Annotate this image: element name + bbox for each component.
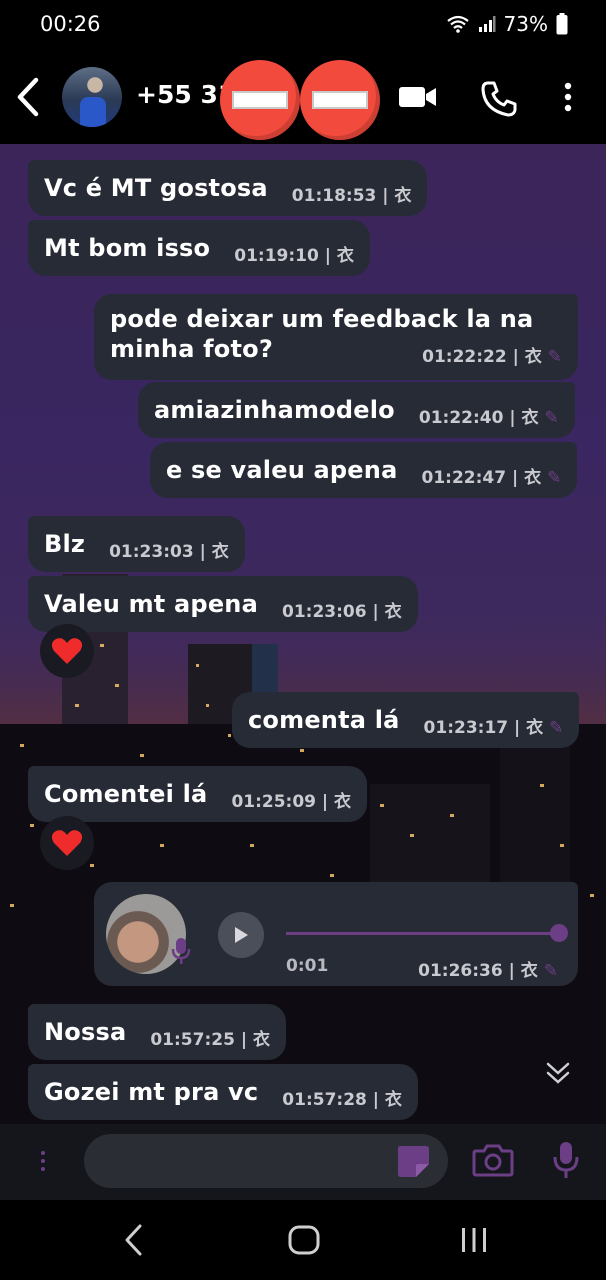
audio-progress-track[interactable] (286, 932, 560, 935)
message-bubble-outgoing[interactable]: amiazinhamodelo 01:22:40 | 衣 ✎ (138, 382, 575, 438)
message-bubble-outgoing[interactable]: pode deixar um feedback la na minha foto… (94, 294, 578, 380)
chat-area[interactable]: Vc é MT gostosa 01:18:53 | 衣 Mt bom isso… (0, 144, 606, 1124)
message-bubble-incoming[interactable]: Vc é MT gostosa 01:18:53 | 衣 (28, 160, 428, 216)
message-bubble-incoming[interactable]: Comentei lá 01:25:09 | 衣 (28, 766, 368, 822)
message-text: comenta lá (248, 706, 400, 734)
nav-recent-apps-icon[interactable] (458, 1226, 490, 1254)
back-arrow-icon[interactable] (12, 76, 44, 118)
message-bubble-incoming[interactable]: Valeu mt apena 01:23:06 | 衣 (28, 576, 418, 632)
voice-message-bubble[interactable]: 0:01 01:26:36 | 衣 ✎ (94, 882, 578, 986)
message-text: Nossa (44, 1018, 127, 1046)
heart-reaction[interactable] (40, 624, 94, 678)
message-bubble-incoming[interactable]: Nossa 01:57:25 | 衣 (28, 1004, 286, 1060)
message-time: 01:57:28 | 衣 (282, 1090, 402, 1110)
message-time: 01:25:09 | 衣 (231, 792, 352, 812)
nav-back-icon[interactable] (122, 1222, 146, 1258)
message-text: e se valeu apena (166, 456, 398, 484)
camera-icon[interactable] (472, 1142, 514, 1178)
wifi-icon (446, 15, 469, 33)
message-time: 01:57:25 | 衣 (150, 1030, 270, 1050)
message-time: 01:19:10 | 衣 (234, 246, 354, 266)
signal-icon (478, 16, 496, 32)
attach-menu-icon[interactable] (40, 1150, 46, 1172)
more-options-icon[interactable] (562, 82, 574, 112)
message-time: 01:22:22 | 衣 (422, 347, 542, 367)
message-time: 01:22:47 | 衣 (421, 468, 542, 488)
redaction-mark (300, 60, 380, 140)
microphone-icon (171, 938, 191, 964)
message-time: 01:22:40 | 衣 (418, 408, 539, 428)
message-time: 01:23:17 | 衣 (423, 718, 544, 738)
message-time: 01:18:53 | 衣 (291, 186, 412, 206)
edited-pen-icon: ✎ (547, 347, 562, 367)
audio-progress-handle[interactable] (550, 924, 568, 942)
voice-record-mic-icon[interactable] (552, 1140, 580, 1180)
chat-header: +55 31 (0, 50, 606, 144)
message-text: Vc é MT gostosa (44, 174, 268, 202)
heart-icon (51, 830, 83, 856)
message-text: Mt bom isso (44, 234, 211, 262)
play-icon (235, 927, 248, 943)
battery-percent: 73% (503, 12, 548, 36)
message-text: amiazinhamodelo (154, 396, 395, 424)
message-text-line: pode deixar um feedback la na (110, 305, 534, 333)
message-text: Blz (44, 530, 86, 558)
edited-pen-icon: ✎ (544, 408, 559, 428)
system-nav-bar (0, 1200, 606, 1280)
message-text-line: minha foto? (110, 335, 273, 363)
message-bubble-incoming[interactable]: Blz 01:23:03 | 衣 (28, 516, 245, 572)
edited-pen-icon: ✎ (543, 961, 558, 981)
message-time: 01:23:06 | 衣 (281, 602, 402, 622)
status-bar: 00:26 73% (0, 0, 606, 50)
voice-duration: 0:01 (286, 956, 329, 976)
battery-icon (556, 13, 568, 35)
message-time: 01:23:03 | 衣 (109, 542, 229, 562)
video-call-icon[interactable] (397, 80, 439, 114)
heart-icon (51, 638, 83, 664)
message-text: Comentei lá (44, 780, 208, 808)
phone-call-icon[interactable] (480, 80, 518, 118)
nav-home-icon[interactable] (286, 1224, 322, 1256)
status-icons: 73% (446, 12, 568, 36)
status-time: 00:26 (40, 12, 101, 36)
redaction-mark (220, 60, 300, 140)
message-bubble-outgoing[interactable]: comenta lá 01:23:17 | 衣 ✎ (232, 692, 580, 748)
edited-pen-icon: ✎ (549, 718, 564, 738)
heart-reaction[interactable] (40, 816, 94, 870)
message-time: 01:26:36 | 衣 (418, 961, 538, 981)
message-text: Gozei mt pra vc (44, 1078, 259, 1106)
message-bubble-incoming[interactable]: Gozei mt pra vc 01:57:28 | 衣 (28, 1064, 418, 1120)
play-button[interactable] (218, 912, 264, 958)
message-input-bar (0, 1124, 606, 1200)
scroll-down-chevron-icon[interactable] (544, 1060, 572, 1086)
sticker-icon[interactable] (394, 1142, 432, 1180)
message-bubble-incoming[interactable]: Mt bom isso 01:19:10 | 衣 (28, 220, 370, 276)
message-bubble-outgoing[interactable]: e se valeu apena 01:22:47 | 衣 ✎ (150, 442, 578, 498)
message-text: Valeu mt apena (44, 590, 258, 618)
edited-pen-icon: ✎ (547, 468, 562, 488)
contact-avatar[interactable] (62, 67, 122, 127)
